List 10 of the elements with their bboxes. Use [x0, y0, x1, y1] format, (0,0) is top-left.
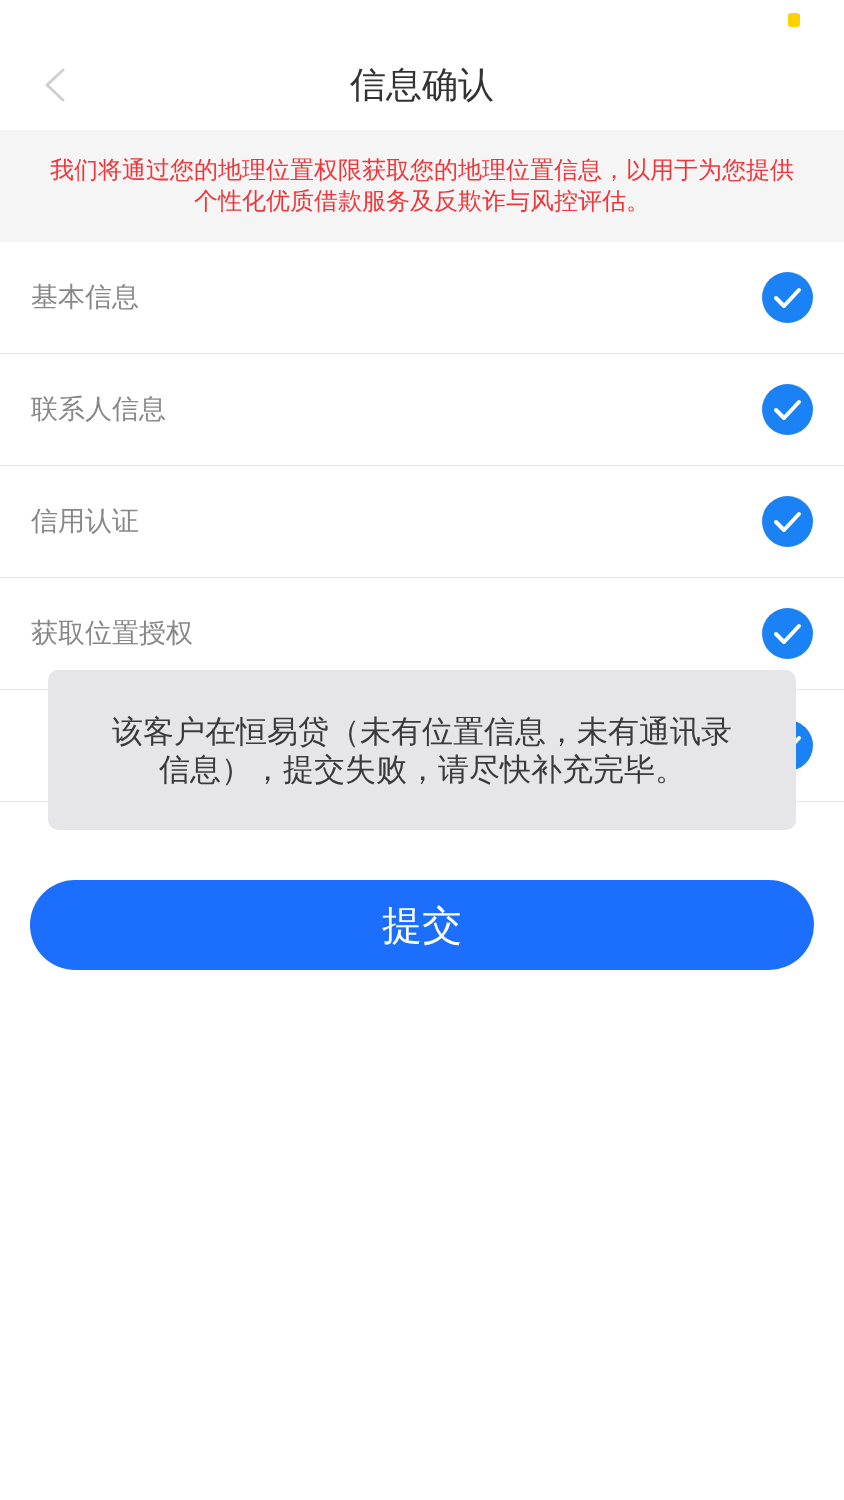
step-label: 获取位置授权 — [31, 616, 193, 651]
page-title: 信息确认 — [350, 67, 494, 103]
back-icon[interactable] — [43, 68, 65, 102]
submit-button[interactable]: 提交 — [30, 880, 814, 970]
location-notice: 我们将通过您的地理位置权限获取您的地理位置信息，以用于为您提供个性化优质借款服务及反欺诈与风控评估。 — [49, 155, 795, 217]
status-indicator-icon — [788, 13, 800, 27]
step-label: 联系人信息 — [31, 392, 166, 427]
step-label: 基本信息 — [31, 280, 139, 315]
toast-text: 该客户在恒易贷（未有位置信息，未有通讯录信息），提交失败，请尽快补充完毕。 — [111, 712, 733, 788]
step-label: 信用认证 — [31, 504, 139, 539]
